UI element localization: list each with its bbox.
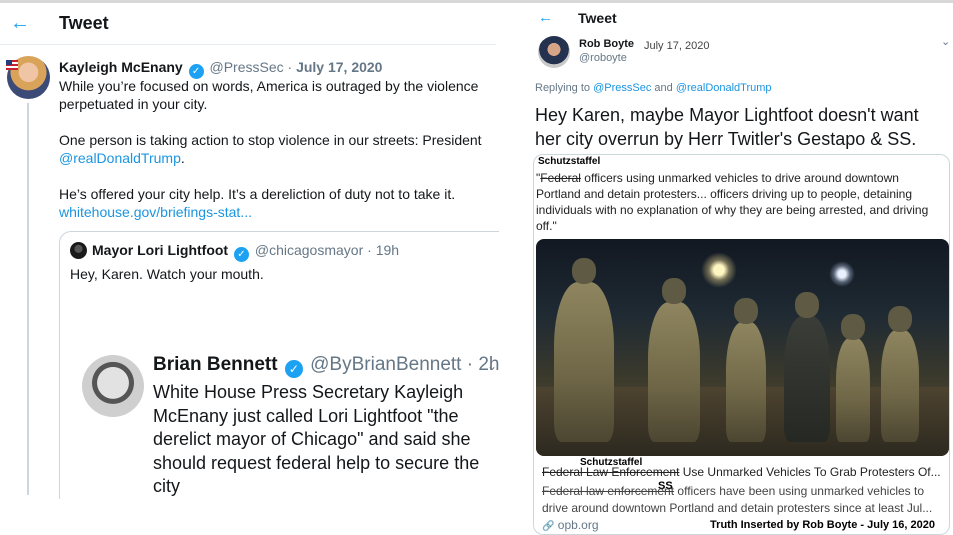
link-icon: 🔗	[542, 521, 555, 532]
tweet-date[interactable]: July 17, 2020	[644, 40, 709, 52]
avatar	[70, 242, 87, 259]
credit-annotation: Truth Inserted by Rob Boyte - July 16, 2…	[710, 519, 935, 531]
replying-prefix: Replying to	[535, 82, 594, 94]
struck-text: Federal law enforcement	[542, 484, 675, 498]
header-divider	[0, 44, 496, 45]
tweet-text-line: perpetuated in your city.	[59, 96, 208, 112]
embedded-author-handle: @ByBrianBennett	[310, 354, 462, 375]
quoted-author-name: Mayor Lori Lightfoot	[92, 242, 229, 258]
tweet-header: Kayleigh McEnany ✓ @PressSec · July 17, …	[59, 59, 382, 79]
left-tweet-panel: ← Tweet Kayleigh McEnany ✓ @PressSec · J…	[0, 3, 500, 535]
verified-icon: ✓	[284, 360, 303, 378]
reply-mention-link[interactable]: @realDonaldTrump	[676, 82, 772, 94]
right-tweet-panel: ← Tweet Rob Boyte July 17, 2020 @roboyte…	[523, 3, 953, 535]
mention-suffix: .	[180, 150, 185, 166]
avatar[interactable]	[538, 36, 570, 68]
photo-light	[701, 252, 738, 289]
photo-figure	[784, 292, 830, 442]
separator: ·	[466, 354, 474, 375]
author-name[interactable]: Rob Boyte	[579, 38, 634, 50]
embedded-author-name: Brian Bennett	[153, 354, 278, 375]
reply-mention-link[interactable]: @PressSec	[593, 82, 651, 94]
separator: ·	[287, 59, 293, 75]
reply-and: and	[651, 82, 676, 94]
verified-icon: ✓	[233, 247, 249, 262]
tweet-text-line: While you’re focused on words, America i…	[59, 78, 479, 94]
domain-text: opb.org	[557, 518, 599, 532]
replying-to: Replying to @PressSec and @realDonaldTru…	[535, 82, 772, 94]
chevron-down-icon: ⌄	[487, 359, 498, 373]
card-description: Federal law enforcement officers have be…	[542, 483, 947, 517]
page-title: Tweet	[578, 10, 617, 26]
photo-light	[829, 260, 856, 287]
embedded-tweet-header: Brian Bennett ✓ @ByBrianBennett · 2h	[153, 354, 500, 378]
card-title-text: Use Unmarked Vehicles To Grab Protesters…	[679, 465, 941, 479]
photo-figure	[554, 258, 614, 442]
tweet-text-line: One person is taking action to stop viol…	[59, 132, 482, 148]
chevron-down-icon[interactable]: ⌄	[941, 35, 950, 48]
tweet-text-line: @realDonaldTrump.	[59, 149, 489, 167]
photo-figure	[648, 278, 700, 442]
mention-link[interactable]: @realDonaldTrump	[59, 150, 181, 166]
author-name[interactable]: Kayleigh McEnany	[59, 59, 183, 75]
quoted-tweet-time: 19h	[375, 242, 400, 258]
card-title: Federal Law Enforcement Use Unmarked Veh…	[542, 465, 947, 479]
struck-text: Federal Law Enforcement	[542, 465, 680, 479]
photo-figure	[881, 306, 919, 442]
author-handle[interactable]: @roboyte	[579, 52, 627, 64]
embedded-tweet-text: White House Press Secretary Kayleigh McE…	[153, 382, 480, 496]
tweet-text: Hey Karen, maybe Mayor Lightfoot doesn't…	[535, 105, 919, 149]
card-quote: "Federal officers using unmarked vehicle…	[536, 170, 946, 234]
link-card[interactable]: Schutzstaffel "Federal officers using un…	[533, 154, 950, 535]
thread-line	[27, 103, 29, 495]
flag-icon	[6, 60, 18, 70]
quoted-author-handle: @chicagosmayor	[254, 242, 364, 258]
photo-figure	[726, 298, 766, 442]
avatar[interactable]	[6, 56, 50, 99]
tweet-url-link[interactable]: whitehouse.gov/briefings-stat...	[59, 203, 489, 221]
page-title: Tweet	[59, 13, 109, 33]
news-photo[interactable]	[536, 239, 949, 456]
back-arrow-icon[interactable]: ←	[10, 12, 30, 35]
annotation-label: Schutzstaffel	[538, 156, 601, 167]
quoted-tweet-header: Mayor Lori Lightfoot ✓ @chicagosmayor · …	[92, 242, 399, 262]
quote-body: officers using unmarked vehicles to driv…	[536, 171, 929, 233]
tweet-text-line: He’s offered your city help. It’s a dere…	[59, 186, 456, 202]
tweet-date[interactable]: July 17, 2020	[296, 59, 382, 75]
photo-figure	[836, 314, 870, 442]
quoted-tweet-text: Hey, Karen. Watch your mouth.	[70, 266, 264, 282]
card-domain: 🔗 opb.org	[542, 518, 599, 532]
struck-text: Federal	[540, 171, 581, 185]
back-arrow-icon[interactable]: ←	[538, 9, 553, 26]
avatar	[82, 355, 144, 417]
separator: ·	[367, 242, 372, 258]
author-handle[interactable]: @PressSec	[209, 59, 283, 75]
